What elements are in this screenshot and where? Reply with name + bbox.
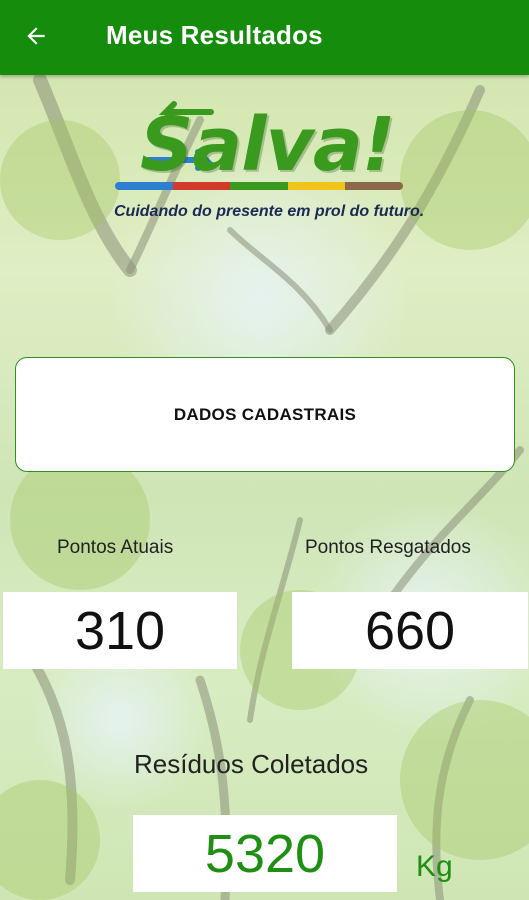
residuos-coletados-label: Resíduos Coletados — [134, 749, 369, 779]
pontos-resgatados-label: Pontos Resgatados — [305, 537, 471, 558]
dados-cadastrais-label: DADOS CADASTRAIS — [173, 404, 357, 424]
pontos-atuais-label: Pontos Atuais — [57, 537, 174, 558]
page-title: Meus Resultados — [106, 20, 323, 50]
logo-color-stripe — [115, 182, 403, 190]
app-bar: Meus Resultados — [0, 0, 529, 75]
residuos-unit: Kg — [416, 850, 453, 883]
residuos-coletados-value: 5320 — [133, 815, 397, 892]
pontos-atuais-value: 310 — [3, 592, 237, 669]
logo-wordmark: Salva! — [140, 102, 396, 188]
back-button[interactable] — [18, 18, 54, 54]
arrow-left-icon — [27, 27, 45, 45]
pontos-resgatados-value: 660 — [292, 592, 528, 669]
dados-cadastrais-button[interactable]: DADOS CADASTRAIS — [15, 357, 515, 472]
salva-logo: Salva! Cuidando do presente em prol do f… — [110, 100, 424, 235]
logo-slogan: Cuidando do presente em prol do futuro. — [114, 203, 425, 220]
